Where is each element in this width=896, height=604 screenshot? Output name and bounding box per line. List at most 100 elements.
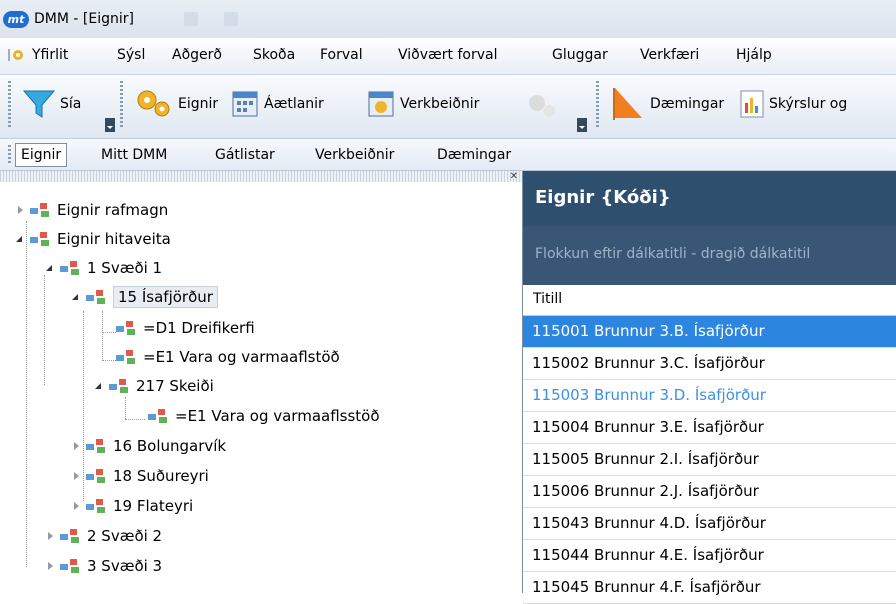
- group-by-hint: Flokkun eftir dálkatitli - dragið dálkat…: [535, 246, 811, 262]
- asset-node-icon: [148, 409, 167, 423]
- tree-node[interactable]: 1 Svæði 1: [46, 255, 162, 281]
- table-row[interactable]: 115045 Brunnur 4.F. Ísafjörður: [523, 572, 896, 604]
- main-toolbar: Sía Eignir Áætlanir Verkbeiðnir Dæmingar: [0, 75, 896, 139]
- cell-titill: 115002 Brunnur 3.C. Ísafjörður: [532, 354, 765, 372]
- tree-node-label: 1 Svæði 1: [87, 259, 163, 277]
- asset-node-icon: [109, 379, 128, 393]
- flag-icon: [613, 88, 642, 120]
- work-orders-button[interactable]: Verkbeiðnir: [366, 85, 479, 123]
- tree-node[interactable]: Eignir rafmagn: [16, 197, 168, 223]
- menu-forval[interactable]: Forval: [320, 47, 363, 63]
- tabbar-grip[interactable]: [8, 145, 11, 163]
- asset-node-icon: [116, 350, 135, 364]
- filter-button[interactable]: Sía: [22, 85, 81, 123]
- calendar-icon: [232, 91, 258, 117]
- cell-titill: 115005 Brunnur 2.I. Ísafjörður: [532, 450, 759, 468]
- menu-gluggar[interactable]: Gluggar: [552, 47, 608, 63]
- plans-label: Áætlanir: [264, 96, 324, 112]
- collapse-icon[interactable]: [72, 292, 82, 302]
- menu-vidvaert-forval[interactable]: Viðvært forval: [398, 47, 497, 63]
- asset-node-icon: [116, 321, 135, 335]
- app-logo-icon[interactable]: mt: [3, 11, 29, 28]
- table-row[interactable]: 115044 Brunnur 4.E. Ísafjörður: [523, 540, 896, 572]
- toolbar-grip[interactable]: [8, 81, 11, 127]
- plans-button[interactable]: Áætlanir: [230, 85, 324, 123]
- close-panel-icon[interactable]: ✕: [510, 172, 518, 182]
- gears-icon: [137, 90, 170, 117]
- menu-hjalp[interactable]: Hjálp: [736, 47, 772, 63]
- menu-grip-icon: [8, 49, 23, 61]
- filter-label: Sía: [60, 96, 82, 112]
- menu-sysl[interactable]: Sýsl: [117, 47, 145, 63]
- tab-daemingar[interactable]: Dæmingar: [432, 144, 516, 166]
- collapse-icon[interactable]: [16, 234, 26, 244]
- table-row[interactable]: 115006 Brunnur 2.J. Ísafjörður: [523, 476, 896, 508]
- toolbar-grip[interactable]: [120, 81, 123, 127]
- tab-mitt-dmm[interactable]: Mitt DMM: [96, 144, 172, 166]
- table-row[interactable]: 115043 Brunnur 4.D. Ísafjörður: [523, 508, 896, 540]
- assets-label: Eignir: [178, 96, 219, 112]
- group-by-area[interactable]: Flokkun eftir dálkatitli - dragið dálkat…: [523, 226, 896, 285]
- toolbar-grip[interactable]: [596, 81, 599, 127]
- tree-node[interactable]: 3 Svæði 3: [46, 553, 162, 579]
- tree-node[interactable]: 18 Suðureyri: [72, 463, 209, 489]
- tree-node[interactable]: Eignir hitaveita: [16, 226, 171, 252]
- asset-node-icon: [60, 529, 79, 543]
- cell-titill: 115044 Brunnur 4.E. Ísafjörður: [532, 546, 764, 564]
- collapse-icon[interactable]: [46, 263, 56, 273]
- expand-icon[interactable]: [16, 205, 26, 215]
- tree-node-label: =D1 Dreifikerfi: [143, 319, 255, 337]
- asset-node-icon: [60, 261, 79, 275]
- asset-node-icon: [60, 559, 79, 573]
- asset-node-icon: [86, 290, 105, 304]
- table-row[interactable]: 115003 Brunnur 3.D. Ísafjörður: [523, 380, 896, 412]
- menu-skoda[interactable]: Skoða: [253, 47, 295, 63]
- asset-node-icon: [86, 469, 105, 483]
- toolbar-overflow-button[interactable]: [105, 118, 115, 132]
- report-chart-icon: [740, 90, 764, 118]
- tab-gatlistar[interactable]: Gátlistar: [210, 144, 280, 166]
- asset-node-icon: [86, 499, 105, 513]
- view-tabs: Eignir Mitt DMM Gátlistar Verkbeiðnir Dæ…: [0, 139, 896, 171]
- asset-node-icon: [30, 203, 49, 217]
- tree-node[interactable]: 217 Skeiði: [95, 373, 214, 399]
- tab-verkbeidnir[interactable]: Verkbeiðnir: [310, 144, 399, 166]
- menu-verkfaeri[interactable]: Verkfæri: [640, 47, 699, 63]
- tree-node-selected[interactable]: 15 Ísafjörður: [72, 284, 218, 310]
- collapse-icon[interactable]: [95, 381, 105, 391]
- grid-title-bar: Eignir {Kóði}: [523, 171, 896, 226]
- window-title: DMM - [Eignir]: [34, 11, 134, 27]
- table-row[interactable]: 115002 Brunnur 3.C. Ísafjörður: [523, 348, 896, 380]
- quick-access-icon[interactable]: [184, 12, 198, 26]
- tab-eignir[interactable]: Eignir: [15, 143, 68, 167]
- expand-icon[interactable]: [46, 531, 56, 541]
- tree-node-label: =E1 Vara og varmaaflstöð: [143, 348, 340, 366]
- table-row[interactable]: 115005 Brunnur 2.I. Ísafjörður: [523, 444, 896, 476]
- expand-icon[interactable]: [72, 441, 82, 451]
- tree-node-label: 217 Skeiði: [136, 377, 214, 395]
- tree-node[interactable]: =E1 Vara og varmaaflsstöð: [146, 403, 380, 429]
- funnel-icon: [22, 90, 56, 118]
- tree-node[interactable]: 16 Bolungarvík: [72, 433, 226, 459]
- expand-icon[interactable]: [46, 561, 56, 571]
- panel-splitter[interactable]: ✕: [0, 171, 522, 182]
- expand-icon[interactable]: [72, 501, 82, 511]
- samples-button[interactable]: Dæmingar: [610, 85, 724, 123]
- column-header-titill[interactable]: Titill: [523, 285, 896, 316]
- tree-node[interactable]: =E1 Vara og varmaaflstöð: [114, 344, 340, 370]
- tree-node-label: 16 Bolungarvík: [113, 437, 227, 455]
- reports-button[interactable]: Skýrslur og: [739, 85, 847, 123]
- table-row-selected[interactable]: 115001 Brunnur 3.B. Ísafjörður: [523, 316, 896, 348]
- menu-adgerd[interactable]: Aðgerð: [172, 47, 222, 63]
- quick-access-icon[interactable]: [224, 12, 238, 26]
- toolbar-overflow-button[interactable]: [577, 118, 587, 132]
- expand-icon[interactable]: [72, 471, 82, 481]
- tree-node-label: Eignir hitaveita: [57, 230, 171, 248]
- tree-node[interactable]: 2 Svæði 2: [46, 523, 162, 549]
- assets-button[interactable]: Eignir: [134, 85, 218, 123]
- table-row[interactable]: 115004 Brunnur 3.E. Ísafjörður: [523, 412, 896, 444]
- tree-node-label: 15 Ísafjörður: [113, 286, 218, 308]
- tree-node[interactable]: 19 Flateyri: [72, 493, 193, 519]
- menu-yfirlit[interactable]: Yfirlit: [32, 47, 68, 63]
- tree-node[interactable]: =D1 Dreifikerfi: [114, 315, 255, 341]
